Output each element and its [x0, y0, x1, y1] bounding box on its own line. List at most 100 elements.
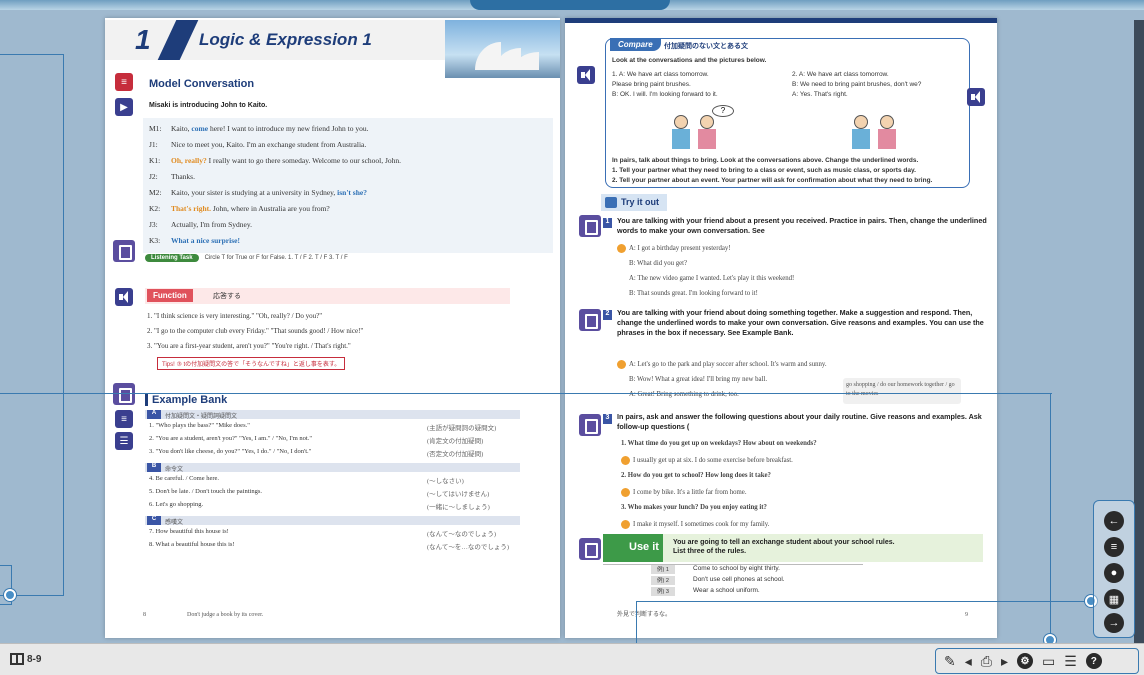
user-icon[interactable]: ●: [1104, 563, 1124, 583]
function-line: 1. "I think science is very interesting.…: [147, 312, 323, 320]
tips-note: Tips! ③ tの付加疑問文の答で「そうなんですね」と返し事を表す。: [157, 357, 346, 370]
students-illustration-right: [846, 105, 916, 153]
back-arrow-icon[interactable]: ←: [1104, 511, 1124, 531]
example-section-bar: B 命令文: [145, 463, 520, 473]
function-label: Function: [147, 289, 193, 302]
conversation-intro: Misaki is introducing John to Kaito.: [149, 102, 268, 109]
school-rules-table: 例) 1 Come to school by eight thirty. 例) 2…: [603, 564, 863, 600]
conversation-line: J1: Nice to meet you, Kaito. I'm an excha…: [149, 140, 367, 149]
phrase-box: go shopping / do our homework together /…: [843, 378, 961, 404]
conversation-line: M2: Kaito, your sister is studying at a u…: [149, 188, 367, 197]
example-line: 2. "You are a student, aren't you?" "Yes…: [149, 435, 484, 445]
menu-list-icon[interactable]: ≡: [1104, 537, 1124, 557]
function-line: 3. "You are a first-year student, aren't…: [147, 342, 351, 350]
response-line: B: That sounds great. I'm looking forwar…: [629, 290, 758, 297]
settings-gear-icon[interactable]: ⚙: [1017, 653, 1033, 669]
text-icon[interactable]: ≡: [115, 73, 133, 91]
response-line: B: What did you get?: [629, 260, 688, 267]
bottom-toolbar: 8-9 ✎ ◂ ⎙ ▸ ⚙ ▭ ☰ ?: [0, 643, 1144, 675]
example-line: 7. How beautiful this house is! (なんて〜なのでし…: [149, 528, 497, 538]
question-number: 2: [603, 310, 612, 320]
compare-task: 2. Tell your partner about an event. You…: [612, 177, 933, 184]
rule-row: 例) 2 Don't use cell phones at school.: [603, 576, 863, 587]
lesson-title: Logic & Expression 1: [199, 30, 372, 49]
question-text: In pairs, ask and answer the following q…: [617, 412, 982, 431]
write-icon[interactable]: [579, 538, 601, 560]
rule-row: 例) 1 Come to school by eight thirty.: [603, 565, 863, 576]
use-it-box: Use it You are going to tell an exchange…: [603, 534, 983, 562]
page-indicator-label: 8-9: [27, 653, 42, 665]
conversation-line: M1: Kaito, come here! I want to introduce…: [149, 124, 369, 133]
model-conversation-box: M1: Kaito, come here! I want to introduce…: [143, 118, 553, 253]
example-section-bar: A 付加疑問文・疑問詞疑問文: [145, 410, 520, 420]
response-line: I come by bike. It's a little far from h…: [621, 488, 747, 497]
write-icon[interactable]: [579, 414, 601, 436]
response-line: 2. How do you get to school? How long do…: [621, 472, 771, 479]
top-pull-tab[interactable]: [470, 0, 670, 10]
use-it-text: You are going to tell an exchange studen…: [673, 539, 895, 555]
question-text: You are talking with your friend about a…: [617, 216, 987, 235]
write-icon[interactable]: [579, 309, 601, 331]
list-icon[interactable]: ☰: [115, 432, 133, 450]
compare-tag: Compare: [610, 38, 661, 51]
top-rule: [565, 18, 997, 23]
conversation-line: K1: Oh, really? I really want to go there…: [149, 156, 402, 165]
page-indicator[interactable]: 8-9: [10, 653, 41, 665]
question-number: 3: [603, 414, 612, 424]
example-section-bar: C 感嘆文: [145, 516, 520, 526]
share-page-icon[interactable]: ⎙: [981, 654, 992, 668]
compare-box: Compare 付加疑問のない文とある文 Look at the convers…: [605, 38, 970, 188]
example-line: 5. Don't be late. / Don't touch the pain…: [149, 488, 490, 498]
function-bar: Function 応答する: [145, 288, 510, 304]
footer-proverb: Don't judge a book by its cover.: [187, 612, 264, 618]
compare-title: 付加疑問のない文とある文: [664, 43, 748, 50]
try-it-out-heading: Try it out: [601, 194, 667, 212]
function-jp: 応答する: [213, 293, 241, 300]
write-icon[interactable]: [113, 240, 135, 262]
listening-task[interactable]: Listening Task Circle T for True or F for…: [145, 254, 348, 264]
audio-speaker-icon[interactable]: [115, 288, 133, 306]
grid-icon[interactable]: ▦: [1104, 589, 1124, 609]
write-icon[interactable]: [113, 383, 135, 405]
screen-display-icon[interactable]: ▭: [1042, 654, 1055, 668]
example-line: 1. "Who plays the bass?" "Mike does." (主語…: [149, 422, 497, 432]
compare-line: A: Yes. That's right.: [792, 91, 848, 98]
write-icon[interactable]: [579, 215, 601, 237]
compare-line: Please bring paint brushes.: [612, 81, 691, 88]
prev-page-icon[interactable]: ◂: [965, 654, 972, 668]
compare-task: 1. Tell your partner what they need to b…: [612, 167, 916, 174]
right-page: Compare 付加疑問のない文とある文 Look at the convers…: [565, 18, 997, 638]
example-line: 3. "You don't like cheese, do you?" "Yes…: [149, 448, 484, 458]
conversation-line: J3: Actually, I'm from Sydney.: [149, 220, 252, 229]
conversation-line: K3: What a nice surprise!: [149, 236, 240, 245]
model-conversation-heading: Model Conversation: [149, 78, 255, 90]
response-line: 1. What time do you get up on weekdays? …: [621, 440, 817, 447]
students-illustration-left: ?: [666, 105, 736, 153]
compare-line: B: OK. I will. I'm looking forward to it…: [612, 91, 718, 98]
next-page-icon[interactable]: ▸: [1001, 654, 1008, 668]
bottom-tool-group: ✎ ◂ ⎙ ▸ ⚙ ▭ ☰ ?: [935, 648, 1139, 674]
callout-bracket-left: [0, 54, 64, 596]
edit-note-icon[interactable]: ✎: [944, 654, 956, 668]
forward-arrow-icon[interactable]: →: [1104, 613, 1124, 633]
book-icon: [10, 653, 24, 665]
example-line: 4. Be careful. / Come here. (〜しなさい): [149, 475, 464, 485]
compare-line: 2. A: We have art class tomorrow.: [792, 71, 889, 78]
left-page: 1 Logic & Expression 1 ≡ ▶ Model Convers…: [105, 18, 560, 638]
response-line: 3. Who makes your lunch? Do you enjoy ea…: [621, 504, 767, 511]
question-number: 1: [603, 218, 612, 228]
lesson-number: 1: [135, 24, 151, 55]
audio-speaker-icon[interactable]: [577, 66, 595, 84]
viewer-stage: 1 Logic & Expression 1 ≡ ▶ Model Convers…: [0, 10, 1144, 653]
response-line: A: I got a birthday present yesterday!: [617, 244, 731, 253]
compare-task: In pairs, talk about things to bring. Lo…: [612, 157, 919, 164]
video-icon[interactable]: ▶: [115, 98, 133, 116]
response-line: A: Let's go to the park and play soccer …: [617, 360, 827, 369]
audio-speaker-icon[interactable]: [967, 88, 985, 106]
rule-row: 例) 3 Wear a school uniform.: [603, 587, 863, 598]
list-view-icon[interactable]: ☰: [1064, 654, 1077, 668]
response-line: I usually get up at six. I do some exerc…: [621, 456, 793, 465]
example-icon[interactable]: ≡: [115, 410, 133, 428]
help-icon[interactable]: ?: [1085, 653, 1102, 669]
example-bank-heading: Example Bank: [145, 394, 227, 406]
